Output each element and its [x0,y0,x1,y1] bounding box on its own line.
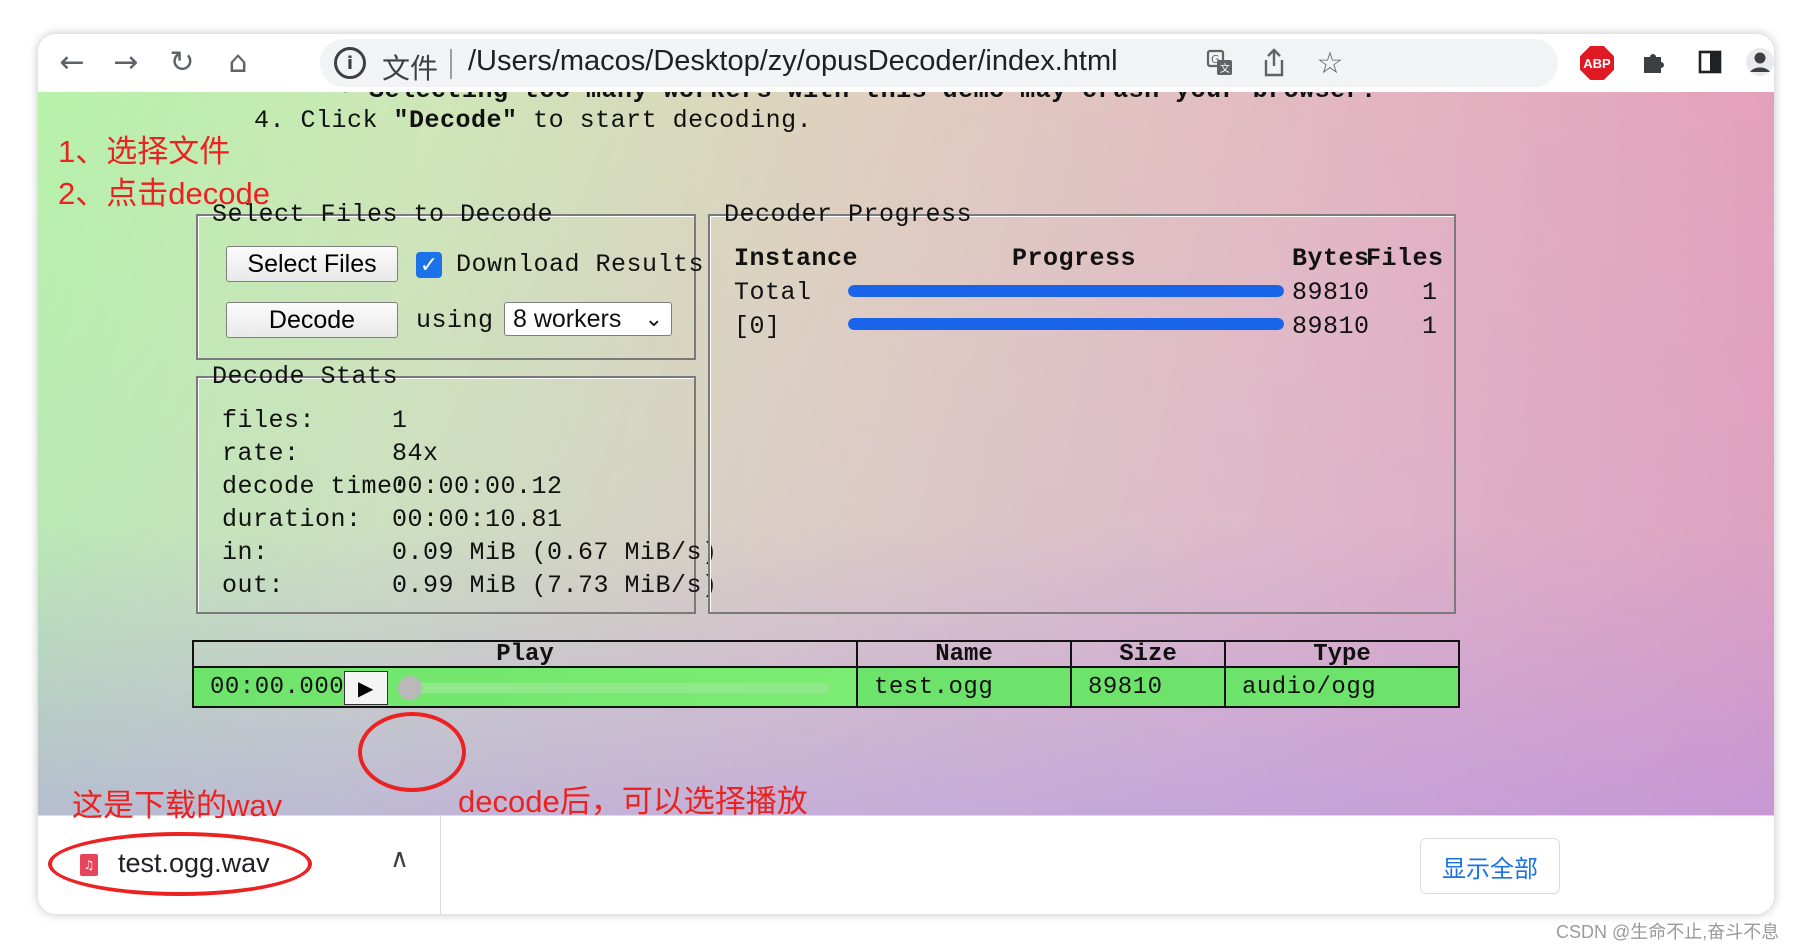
instruction-4-prefix: 4. Click [254,106,394,135]
progress-files: 1 [1422,312,1438,341]
col-header-files: Files [1366,244,1444,273]
progress-instance: Total [734,278,812,307]
th-name: Name [856,640,1072,668]
annotation-step-2: 2、点击decode [58,176,270,211]
decode-stats-legend: Decode Stats [212,362,399,391]
annotation-ellipse-download [48,832,312,896]
decode-stats-fieldset: Decode Stats files: 1 rate: 84x decode t… [196,362,717,614]
browser-window: ← → ↻ ⌂ i 文件 /Users/macos/Desktop/zy/opu… [38,34,1774,914]
home-icon[interactable]: ⌂ [218,42,258,82]
using-label: using [416,306,494,335]
svg-text:文: 文 [1220,62,1230,75]
progress-files: 1 [1422,278,1438,307]
instruction-4-suffix: to start decoding. [517,106,813,135]
bookmark-star-icon[interactable]: ☆ [1310,43,1350,83]
extensions-puzzle-icon[interactable] [1634,42,1674,82]
col-header-instance: Instance [734,244,859,273]
download-results-checkbox[interactable]: ✓ [416,252,442,278]
progress-bar [848,285,1284,297]
reload-icon[interactable]: ↻ [162,42,202,82]
downloads-divider [440,816,441,914]
progress-bytes: 89810 [1292,312,1370,341]
decoder-progress-fieldset: Decoder Progress Instance Progress Bytes… [708,200,1456,614]
profile-avatar-icon[interactable] [1740,42,1774,82]
stat-key: rate: [222,439,300,468]
decode-button[interactable]: Decode [226,302,398,338]
col-header-progress: Progress [1012,244,1137,273]
annotation-after-decode: decode后，可以选择播放 [458,784,808,819]
page-content: ◦ Selecting too many workers with this d… [38,92,1774,815]
th-play: Play [192,640,858,668]
decoder-progress-legend: Decoder Progress [724,200,973,229]
progress-bar [848,318,1284,330]
decoded-files-table: Play Name Size Type 00:00.000 ▶ test.ogg… [192,640,1460,710]
omnibox-scheme-label: 文件 [382,53,439,84]
progress-bar-fill [848,285,1284,297]
forward-arrow-icon[interactable]: → [106,42,146,82]
th-type: Type [1224,640,1460,668]
instruction-step-4: 4. Click "Decode" to start decoding. [254,106,812,135]
stat-key: duration: [222,505,362,534]
download-results-label: Download Results [456,250,705,279]
play-button[interactable]: ▶ [344,671,388,705]
workers-select[interactable]: 8 workers ⌄ [504,302,672,336]
progress-bar-fill [848,318,1284,330]
show-all-downloads-button[interactable]: 显示全部 [1420,838,1560,894]
audio-seek-slider[interactable] [406,683,830,693]
col-header-bytes: Bytes [1292,244,1370,273]
stat-key: decode time: [222,472,409,501]
audio-player-cell: 00:00.000 ▶ [192,666,858,708]
stat-value: 1 [392,406,408,435]
side-panel-icon[interactable] [1690,42,1730,82]
select-files-fieldset: Select Files to Decode Select Files ✓ Do… [196,200,704,360]
address-bar[interactable]: i 文件 /Users/macos/Desktop/zy/opusDecoder… [320,39,1558,87]
translate-icon[interactable]: G文 [1200,43,1240,83]
th-size: Size [1070,640,1226,668]
annotation-ellipse-play [358,712,466,792]
select-files-button[interactable]: Select Files [226,246,398,282]
workers-select-value: 8 workers [513,304,622,333]
watermark-text: CSDN @生命不止,奋斗不息 [1556,922,1780,942]
progress-bytes: 89810 [1292,278,1370,307]
td-size: 89810 [1070,666,1226,708]
adblock-icon[interactable]: ABP [1580,46,1614,80]
stat-value: 0.09 MiB (0.67 MiB/s) [392,538,718,567]
instruction-4-bold: "Decode" [393,106,518,135]
audio-current-time: 00:00.000 [210,674,345,701]
chevron-down-icon: ⌄ [644,307,663,332]
annotation-step-1: 1、选择文件 [58,134,231,169]
td-type: audio/ogg [1224,666,1460,708]
td-name: test.ogg [856,666,1072,708]
url-text[interactable]: /Users/macos/Desktop/zy/opusDecoder/inde… [468,45,1118,78]
progress-instance: [0] [734,312,781,341]
annotation-downloaded-wav: 这是下载的wav [72,788,283,823]
stat-key: out: [222,571,285,600]
stat-key: files: [222,406,316,435]
stat-value: 00:00:00.12 [392,472,563,501]
instruction-workers-warning: ◦ Selecting too many workers with this d… [338,92,1377,105]
omnibox-divider [450,49,452,79]
share-icon[interactable] [1254,43,1294,83]
chevron-up-icon[interactable]: ∧ [390,844,409,874]
stat-value: 84x [392,439,439,468]
info-icon[interactable]: i [334,47,366,79]
audio-seek-thumb[interactable] [398,676,422,700]
stat-key: in: [222,538,269,567]
browser-toolbar: ← → ↻ ⌂ i 文件 /Users/macos/Desktop/zy/opu… [38,34,1774,93]
stat-value: 00:00:10.81 [392,505,563,534]
stat-value: 0.99 MiB (7.73 MiB/s) [392,571,718,600]
back-arrow-icon[interactable]: ← [52,42,92,82]
